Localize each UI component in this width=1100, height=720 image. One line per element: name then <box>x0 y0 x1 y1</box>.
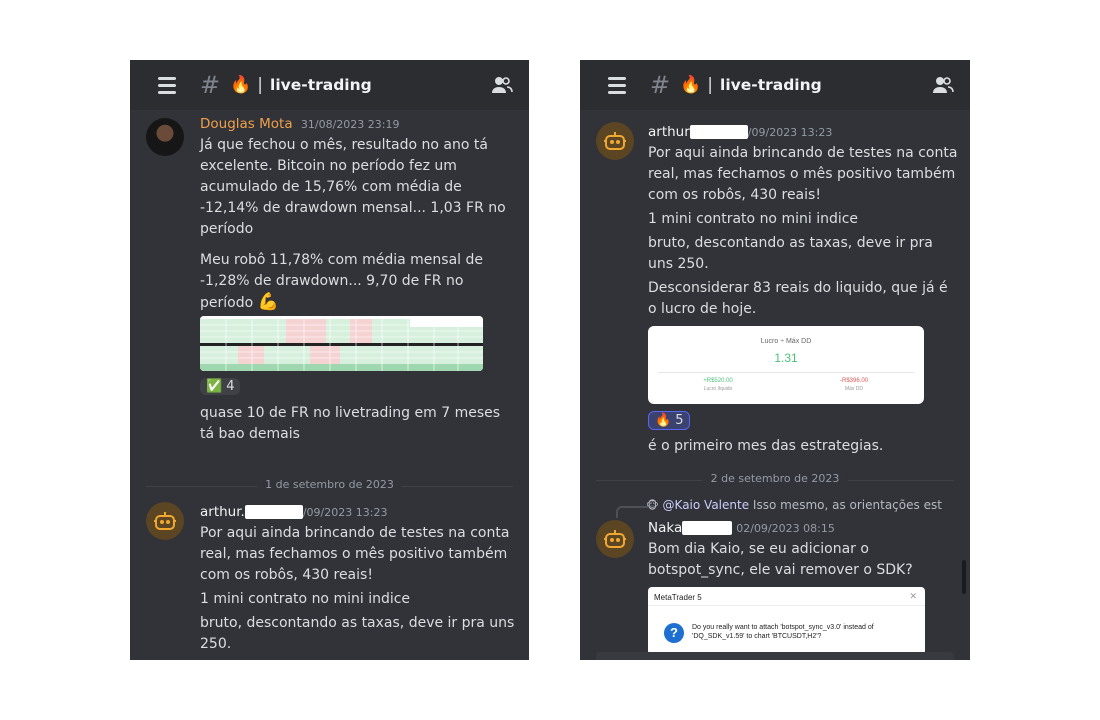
close-icon: ✕ <box>909 591 917 601</box>
reaction-count: 4 <box>226 379 235 394</box>
message-text: 1 mini contrato no mini indice <box>200 591 411 607</box>
message-text: 1 mini contrato no mini indice <box>648 211 859 227</box>
left-screenshot: # 🔥 | live-trading Douglas Mota 31/08/20… <box>130 60 529 660</box>
reaction-fire[interactable]: 🔥 5 <box>648 411 691 430</box>
message-list: Douglas Mota 31/08/2023 23:19 Já que fec… <box>130 110 529 660</box>
right-screenshot: # 🔥 | live-trading arthur/09/2023 13:23 <box>580 60 970 660</box>
message-text: bruto, descontando as taxas, deve ir pra… <box>648 235 933 272</box>
flexed-biceps-emoji: 💪 <box>257 292 279 312</box>
avatar[interactable] <box>146 118 184 156</box>
author-name[interactable]: arthur <box>648 124 690 140</box>
ratio-value: 1.31 <box>774 351 798 365</box>
reply-mention[interactable]: @Kaio Valente <box>663 498 750 512</box>
reply-avatar-icon: 🐵 <box>646 499 659 512</box>
hash-icon: # <box>200 71 221 99</box>
question-icon: ? <box>664 623 684 643</box>
author-name[interactable]: arthur. <box>200 504 245 520</box>
channel-header: # 🔥 | live-trading <box>130 60 529 110</box>
message-text: bruto, descontando as taxas, deve ir pra… <box>200 615 515 652</box>
message-list: arthur/09/2023 13:23 Por aqui ainda brin… <box>580 110 970 660</box>
channel-name: live-trading <box>720 76 822 94</box>
hash-icon: # <box>650 71 671 99</box>
author-name[interactable]: Naka <box>648 520 682 536</box>
message-text: é o primeiro mes das estrategias. <box>648 438 884 454</box>
scrollbar[interactable] <box>962 560 966 594</box>
bot-avatar[interactable] <box>146 502 184 540</box>
redaction-box <box>244 505 303 519</box>
timestamp: /09/2023 13:23 <box>302 506 388 519</box>
message-text: Meu robô 11,78% com média mensal de -1,2… <box>200 252 484 311</box>
message-text: Por aqui ainda brincando de testes na co… <box>648 145 958 203</box>
metatrader-dialog-image[interactable]: MetaTrader 5 ✕ ? Do you really want to a… <box>648 587 925 655</box>
message-text: Bom dia Kaio, se eu adicionar o botspot_… <box>648 541 913 578</box>
menu-icon[interactable] <box>158 76 176 94</box>
bot-avatar[interactable] <box>596 520 634 558</box>
reply-preview[interactable]: 🐵 @Kaio Valente Isso mesmo, as orientaçõ… <box>646 498 970 512</box>
robot-icon <box>604 132 626 150</box>
fire-icon: 🔥 <box>230 75 252 95</box>
redaction-box <box>682 521 733 535</box>
reply-text: Isso mesmo, as orientações est <box>752 498 942 512</box>
channel-header: # 🔥 | live-trading <box>580 60 970 110</box>
timestamp: 02/09/2023 08:15 <box>736 522 835 535</box>
message-input-bar[interactable] <box>596 652 954 660</box>
message-text: Já que fechou o mês, resultado no ano tá… <box>200 137 506 237</box>
timestamp: /09/2023 13:23 <box>747 126 833 139</box>
bot-avatar[interactable] <box>596 122 634 160</box>
fire-icon: 🔥 <box>655 413 672 428</box>
date-divider: 2 de setembro de 2023 <box>596 472 954 485</box>
channel-name: live-trading <box>270 76 372 94</box>
check-icon: ✅ <box>206 379 223 394</box>
robot-icon <box>604 530 626 548</box>
message-text: quase 10 de FR no livetrading em 7 meses… <box>200 405 501 442</box>
robot-icon <box>154 512 176 530</box>
members-icon[interactable] <box>491 75 513 95</box>
message-text: Por aqui ainda brincando de testes na co… <box>200 525 510 583</box>
redaction-box <box>689 125 748 139</box>
menu-icon[interactable] <box>608 76 626 94</box>
date-divider: 1 de setembro de 2023 <box>146 478 513 491</box>
spreadsheet-image[interactable] <box>200 316 483 371</box>
members-icon[interactable] <box>932 75 954 95</box>
reaction-check[interactable]: ✅ 4 <box>200 378 241 395</box>
profit-card-image[interactable]: Lucro ÷ Máx DD 1.31 +R$520.00 Lucro líqu… <box>648 326 924 404</box>
timestamp: 31/08/2023 23:19 <box>300 118 400 131</box>
reaction-count: 5 <box>675 413 684 428</box>
author-name[interactable]: Douglas Mota <box>200 116 293 132</box>
message-text: Desconsiderar 83 reais do liquido, que j… <box>648 280 948 317</box>
fire-icon: 🔥 <box>680 75 702 95</box>
